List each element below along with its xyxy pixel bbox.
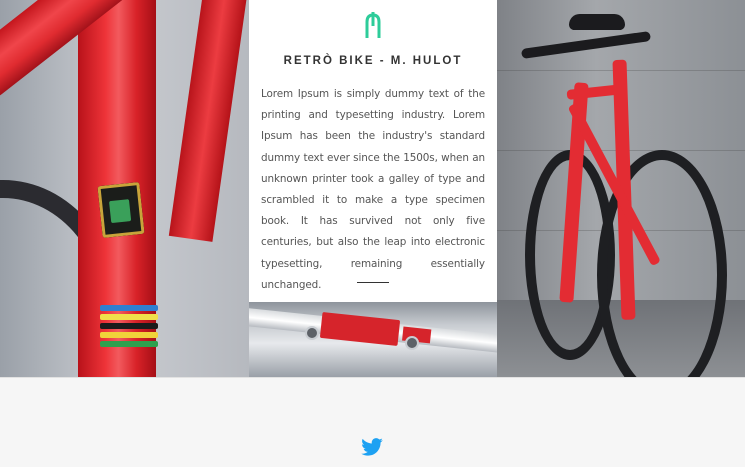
section-divider xyxy=(0,377,745,378)
hero-gallery: RETRÒ BIKE - M. HULOT Lorem Ipsum is sim… xyxy=(0,0,745,377)
card-divider xyxy=(357,282,389,283)
rim-label-graphic xyxy=(319,311,401,347)
product-card: RETRÒ BIKE - M. HULOT Lorem Ipsum is sim… xyxy=(249,0,497,302)
frame-tube-graphic xyxy=(168,0,248,242)
twitter-icon[interactable] xyxy=(361,438,383,456)
champion-stripes-graphic xyxy=(100,305,158,350)
saddle-graphic xyxy=(569,14,625,30)
hero-image-rim xyxy=(249,302,497,377)
fork-logo-icon xyxy=(365,12,381,38)
handlebar-graphic xyxy=(520,31,652,59)
card-description: Lorem Ipsum is simply dummy text of the … xyxy=(261,88,485,291)
frame-decal-graphic xyxy=(97,181,145,239)
card-title: RETRÒ BIKE - M. HULOT xyxy=(283,55,463,67)
hero-image-bike-wall xyxy=(497,0,745,377)
hero-image-frame-closeup xyxy=(0,0,249,377)
